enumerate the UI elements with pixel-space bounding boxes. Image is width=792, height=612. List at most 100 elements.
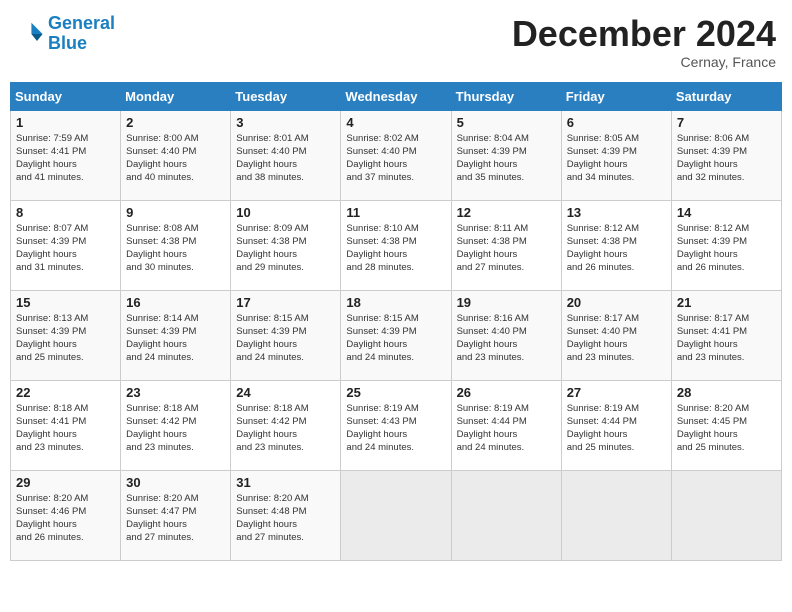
calendar-cell: 24 Sunrise: 8:18 AM Sunset: 4:42 PM Dayl…: [231, 380, 341, 470]
day-number: 11: [346, 205, 445, 220]
day-number: 8: [16, 205, 115, 220]
day-info: Sunrise: 8:12 AM Sunset: 4:39 PM Dayligh…: [677, 222, 776, 275]
day-number: 29: [16, 475, 115, 490]
day-info: Sunrise: 8:05 AM Sunset: 4:39 PM Dayligh…: [567, 132, 666, 185]
day-info: Sunrise: 8:20 AM Sunset: 4:47 PM Dayligh…: [126, 492, 225, 545]
day-info: Sunrise: 8:19 AM Sunset: 4:44 PM Dayligh…: [567, 402, 666, 455]
calendar-cell: 28 Sunrise: 8:20 AM Sunset: 4:45 PM Dayl…: [671, 380, 781, 470]
day-info: Sunrise: 8:19 AM Sunset: 4:43 PM Dayligh…: [346, 402, 445, 455]
calendar-cell: [561, 470, 671, 560]
calendar-cell: 15 Sunrise: 8:13 AM Sunset: 4:39 PM Dayl…: [11, 290, 121, 380]
calendar-cell: 12 Sunrise: 8:11 AM Sunset: 4:38 PM Dayl…: [451, 200, 561, 290]
day-info: Sunrise: 8:00 AM Sunset: 4:40 PM Dayligh…: [126, 132, 225, 185]
day-number: 7: [677, 115, 776, 130]
calendar-cell: 29 Sunrise: 8:20 AM Sunset: 4:46 PM Dayl…: [11, 470, 121, 560]
day-number: 20: [567, 295, 666, 310]
day-info: Sunrise: 8:15 AM Sunset: 4:39 PM Dayligh…: [236, 312, 335, 365]
day-number: 13: [567, 205, 666, 220]
weekday-header-row: SundayMondayTuesdayWednesdayThursdayFrid…: [11, 82, 782, 110]
calendar-cell: 25 Sunrise: 8:19 AM Sunset: 4:43 PM Dayl…: [341, 380, 451, 470]
calendar-cell: 23 Sunrise: 8:18 AM Sunset: 4:42 PM Dayl…: [121, 380, 231, 470]
day-info: Sunrise: 8:16 AM Sunset: 4:40 PM Dayligh…: [457, 312, 556, 365]
calendar-week-row: 15 Sunrise: 8:13 AM Sunset: 4:39 PM Dayl…: [11, 290, 782, 380]
day-number: 22: [16, 385, 115, 400]
day-number: 6: [567, 115, 666, 130]
day-info: Sunrise: 8:09 AM Sunset: 4:38 PM Dayligh…: [236, 222, 335, 275]
day-number: 27: [567, 385, 666, 400]
day-number: 15: [16, 295, 115, 310]
calendar-cell: 26 Sunrise: 8:19 AM Sunset: 4:44 PM Dayl…: [451, 380, 561, 470]
calendar-week-row: 1 Sunrise: 7:59 AM Sunset: 4:41 PM Dayli…: [11, 110, 782, 200]
calendar-cell: 16 Sunrise: 8:14 AM Sunset: 4:39 PM Dayl…: [121, 290, 231, 380]
day-number: 17: [236, 295, 335, 310]
calendar-cell: 3 Sunrise: 8:01 AM Sunset: 4:40 PM Dayli…: [231, 110, 341, 200]
calendar-cell: 1 Sunrise: 7:59 AM Sunset: 4:41 PM Dayli…: [11, 110, 121, 200]
day-info: Sunrise: 8:18 AM Sunset: 4:42 PM Dayligh…: [236, 402, 335, 455]
day-number: 26: [457, 385, 556, 400]
calendar-cell: 19 Sunrise: 8:16 AM Sunset: 4:40 PM Dayl…: [451, 290, 561, 380]
day-info: Sunrise: 8:10 AM Sunset: 4:38 PM Dayligh…: [346, 222, 445, 275]
day-info: Sunrise: 8:20 AM Sunset: 4:48 PM Dayligh…: [236, 492, 335, 545]
day-info: Sunrise: 8:18 AM Sunset: 4:41 PM Dayligh…: [16, 402, 115, 455]
day-number: 23: [126, 385, 225, 400]
weekday-header-wednesday: Wednesday: [341, 82, 451, 110]
logo-text: General Blue: [48, 14, 115, 54]
day-number: 10: [236, 205, 335, 220]
day-number: 1: [16, 115, 115, 130]
day-info: Sunrise: 8:17 AM Sunset: 4:40 PM Dayligh…: [567, 312, 666, 365]
day-info: Sunrise: 8:08 AM Sunset: 4:38 PM Dayligh…: [126, 222, 225, 275]
day-info: Sunrise: 8:17 AM Sunset: 4:41 PM Dayligh…: [677, 312, 776, 365]
day-number: 19: [457, 295, 556, 310]
day-info: Sunrise: 8:04 AM Sunset: 4:39 PM Dayligh…: [457, 132, 556, 185]
day-info: Sunrise: 7:59 AM Sunset: 4:41 PM Dayligh…: [16, 132, 115, 185]
day-info: Sunrise: 8:11 AM Sunset: 4:38 PM Dayligh…: [457, 222, 556, 275]
day-info: Sunrise: 8:14 AM Sunset: 4:39 PM Dayligh…: [126, 312, 225, 365]
day-info: Sunrise: 8:13 AM Sunset: 4:39 PM Dayligh…: [16, 312, 115, 365]
month-title: December 2024: [512, 14, 776, 54]
day-number: 21: [677, 295, 776, 310]
calendar-cell: 17 Sunrise: 8:15 AM Sunset: 4:39 PM Dayl…: [231, 290, 341, 380]
day-info: Sunrise: 8:15 AM Sunset: 4:39 PM Dayligh…: [346, 312, 445, 365]
calendar-cell: 30 Sunrise: 8:20 AM Sunset: 4:47 PM Dayl…: [121, 470, 231, 560]
logo-icon: [16, 20, 44, 48]
calendar-cell: 6 Sunrise: 8:05 AM Sunset: 4:39 PM Dayli…: [561, 110, 671, 200]
day-number: 2: [126, 115, 225, 130]
weekday-header-friday: Friday: [561, 82, 671, 110]
weekday-header-saturday: Saturday: [671, 82, 781, 110]
calendar-cell: 4 Sunrise: 8:02 AM Sunset: 4:40 PM Dayli…: [341, 110, 451, 200]
calendar-cell: 27 Sunrise: 8:19 AM Sunset: 4:44 PM Dayl…: [561, 380, 671, 470]
calendar-cell: 22 Sunrise: 8:18 AM Sunset: 4:41 PM Dayl…: [11, 380, 121, 470]
day-number: 18: [346, 295, 445, 310]
calendar-cell: 9 Sunrise: 8:08 AM Sunset: 4:38 PM Dayli…: [121, 200, 231, 290]
day-info: Sunrise: 8:12 AM Sunset: 4:38 PM Dayligh…: [567, 222, 666, 275]
calendar-cell: 5 Sunrise: 8:04 AM Sunset: 4:39 PM Dayli…: [451, 110, 561, 200]
page-header: General Blue December 2024 Cernay, Franc…: [10, 10, 782, 74]
day-number: 31: [236, 475, 335, 490]
calendar-cell: 7 Sunrise: 8:06 AM Sunset: 4:39 PM Dayli…: [671, 110, 781, 200]
day-number: 5: [457, 115, 556, 130]
calendar-cell: 13 Sunrise: 8:12 AM Sunset: 4:38 PM Dayl…: [561, 200, 671, 290]
weekday-header-thursday: Thursday: [451, 82, 561, 110]
day-number: 3: [236, 115, 335, 130]
calendar-cell: 31 Sunrise: 8:20 AM Sunset: 4:48 PM Dayl…: [231, 470, 341, 560]
day-info: Sunrise: 8:18 AM Sunset: 4:42 PM Dayligh…: [126, 402, 225, 455]
weekday-header-tuesday: Tuesday: [231, 82, 341, 110]
calendar-cell: 2 Sunrise: 8:00 AM Sunset: 4:40 PM Dayli…: [121, 110, 231, 200]
calendar-cell: [451, 470, 561, 560]
calendar-cell: 18 Sunrise: 8:15 AM Sunset: 4:39 PM Dayl…: [341, 290, 451, 380]
day-info: Sunrise: 8:01 AM Sunset: 4:40 PM Dayligh…: [236, 132, 335, 185]
day-number: 24: [236, 385, 335, 400]
calendar-cell: [671, 470, 781, 560]
calendar-cell: 11 Sunrise: 8:10 AM Sunset: 4:38 PM Dayl…: [341, 200, 451, 290]
weekday-header-monday: Monday: [121, 82, 231, 110]
calendar-cell: 8 Sunrise: 8:07 AM Sunset: 4:39 PM Dayli…: [11, 200, 121, 290]
calendar-week-row: 8 Sunrise: 8:07 AM Sunset: 4:39 PM Dayli…: [11, 200, 782, 290]
day-number: 28: [677, 385, 776, 400]
title-block: December 2024 Cernay, France: [512, 14, 776, 70]
logo: General Blue: [16, 14, 115, 54]
day-info: Sunrise: 8:02 AM Sunset: 4:40 PM Dayligh…: [346, 132, 445, 185]
calendar-week-row: 22 Sunrise: 8:18 AM Sunset: 4:41 PM Dayl…: [11, 380, 782, 470]
day-number: 25: [346, 385, 445, 400]
day-number: 14: [677, 205, 776, 220]
day-info: Sunrise: 8:07 AM Sunset: 4:39 PM Dayligh…: [16, 222, 115, 275]
